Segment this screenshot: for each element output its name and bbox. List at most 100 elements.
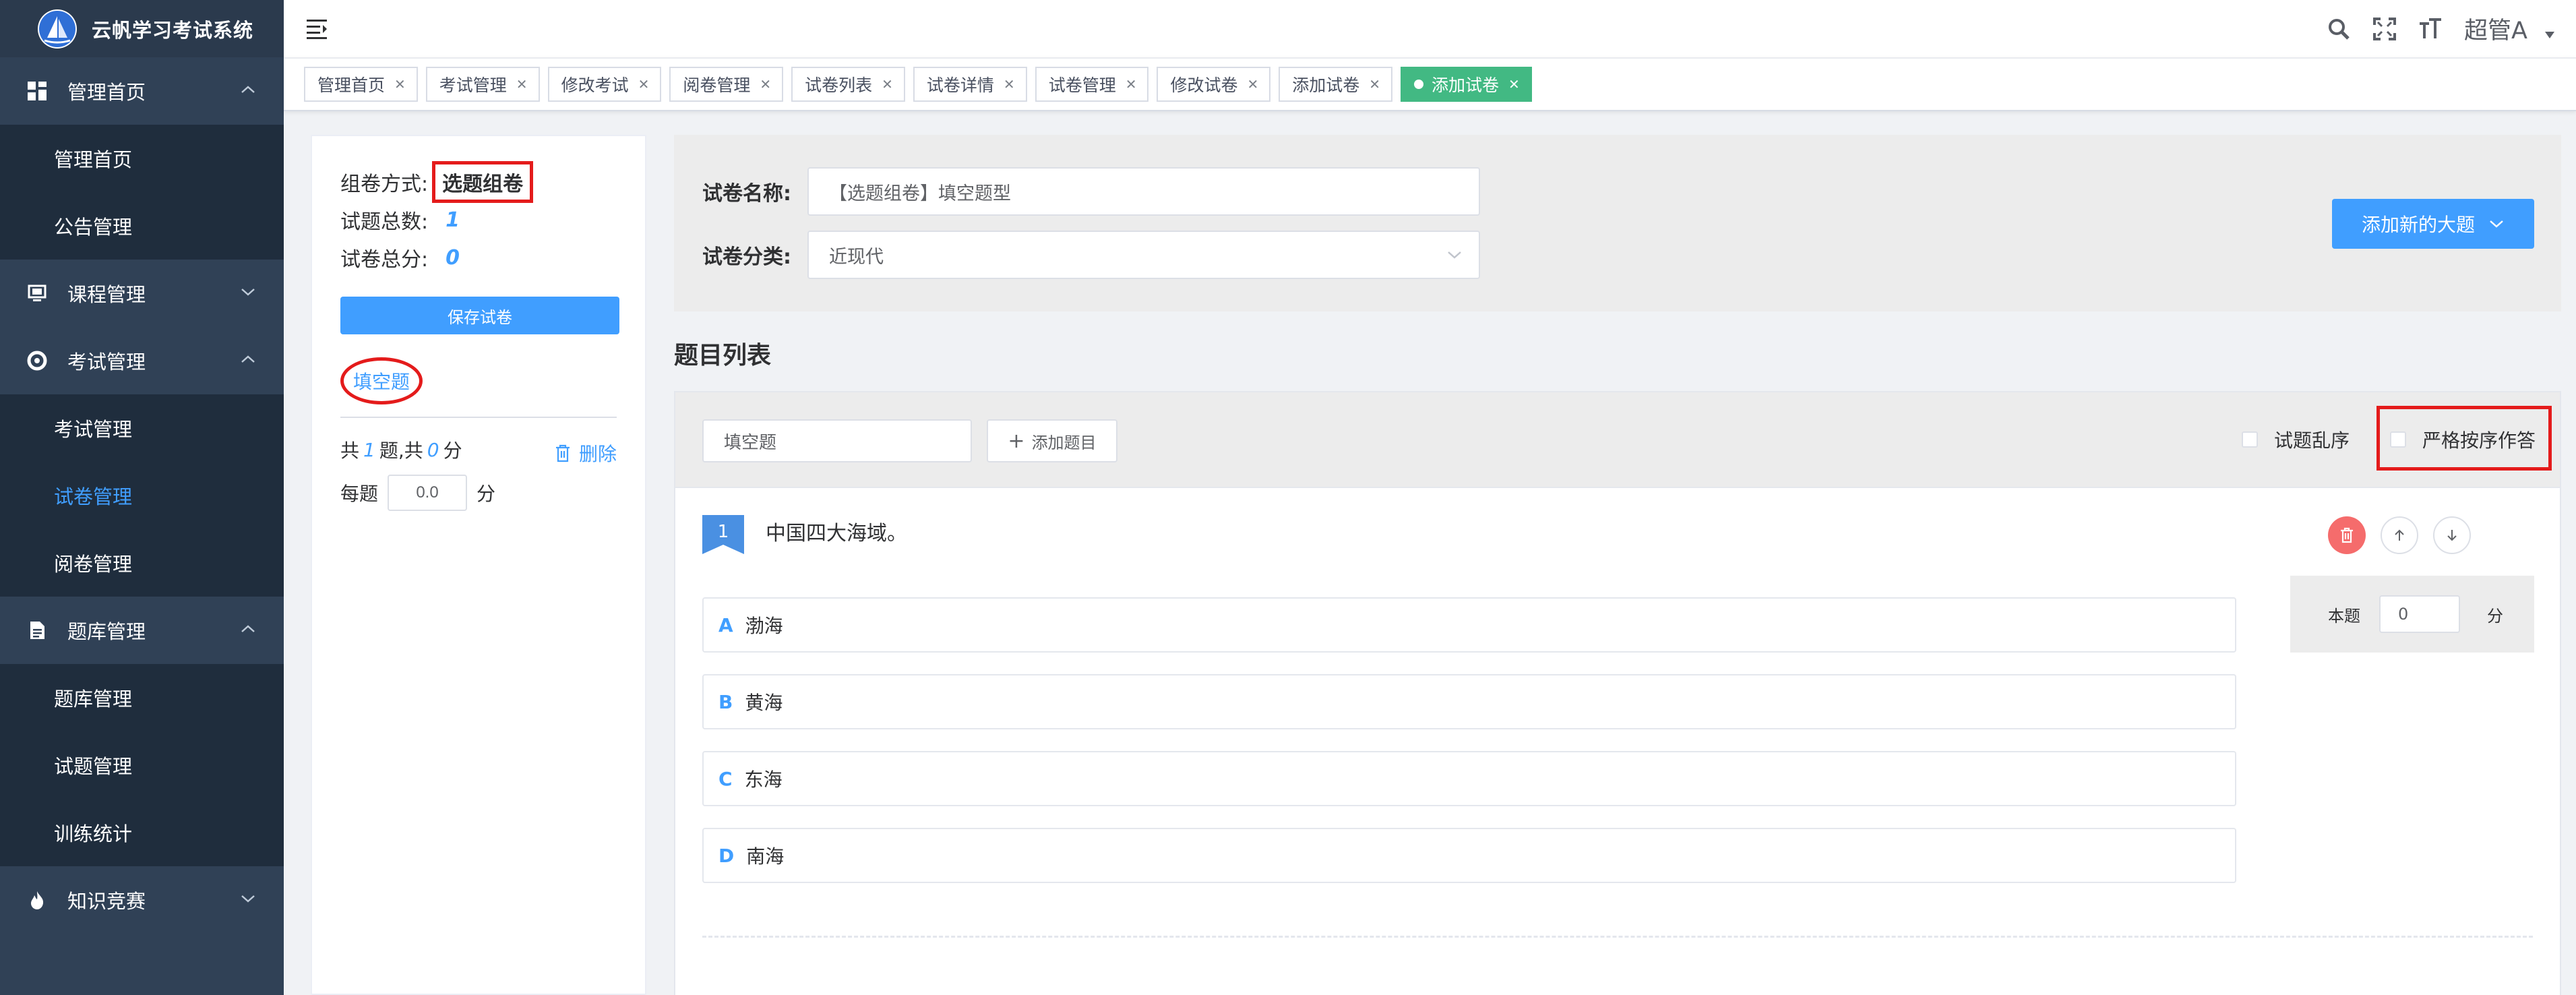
section-title-input[interactable]: 填空题 (702, 419, 972, 462)
question-text: 中国四大海域。 (766, 522, 907, 545)
close-icon[interactable]: ✕ (1508, 76, 1520, 92)
sidebar-item-question-manage[interactable]: 试题管理 (0, 731, 284, 799)
total-row: 试题总数: 1 (340, 201, 617, 239)
question-score-label: 本题 (2328, 606, 2360, 626)
tag-add-paper[interactable]: 添加试卷 ✕ (1279, 67, 1393, 102)
search-icon[interactable] (2325, 16, 2352, 42)
add-section-button[interactable]: 添加新的大题 (2332, 199, 2534, 249)
tag-edit-exam[interactable]: 修改考试 ✕ (547, 67, 662, 102)
sidebar-group-contest[interactable]: 知识竞赛 (0, 866, 284, 934)
sidebar-group-label: 知识竞赛 (67, 890, 146, 913)
close-icon[interactable]: ✕ (882, 76, 893, 92)
count-mid: 题,共 (379, 440, 423, 462)
paper-category-select[interactable]: 近现代 (807, 231, 1480, 279)
plus-icon: + (1008, 429, 1025, 453)
close-icon[interactable]: ✕ (1247, 76, 1258, 92)
delete-question-button[interactable] (2328, 516, 2366, 554)
user-name[interactable]: 超管A (2464, 11, 2527, 46)
close-icon[interactable]: ✕ (1369, 76, 1380, 92)
chevron-up-icon (241, 625, 255, 632)
tag-grading[interactable]: 阅卷管理 ✕ (669, 67, 784, 102)
chevron-down-icon (2490, 220, 2503, 228)
tag-label: 考试管理 (439, 76, 507, 95)
sidebar-group-exam[interactable]: 考试管理 (0, 327, 284, 394)
paper-summary-panel: 组卷方式: 选题组卷 试题总数: 1 试卷总分: 0 保存试卷 填空题 共 1 … (311, 135, 646, 995)
tag-exam-manage[interactable]: 考试管理 ✕ (425, 67, 540, 102)
close-icon[interactable]: ✕ (394, 76, 406, 92)
tag-paper-detail[interactable]: 试卷详情 ✕ (913, 67, 1027, 102)
navbar-right: 超管A (2306, 0, 2576, 57)
sidebar-item-training-stats[interactable]: 训练统计 (0, 799, 284, 866)
option-letter: A (718, 613, 733, 636)
add-section-label: 添加新的大题 (2361, 214, 2475, 236)
arrow-up-icon (2395, 529, 2404, 541)
sidebar-group-qbank[interactable]: 题库管理 (0, 597, 284, 664)
qtype-link[interactable]: 填空题 (353, 371, 410, 393)
delete-qtype-button[interactable]: 删除 (553, 440, 617, 466)
paper-name-row: 试卷名称: 【选题组卷】填空题型 (702, 167, 1480, 216)
trash-icon (2341, 527, 2353, 543)
chevron-up-icon (241, 86, 255, 93)
option-item[interactable]: C 东海 (702, 751, 2236, 806)
tag-label: 试卷管理 (1048, 76, 1116, 95)
per-score-input[interactable] (388, 475, 468, 511)
caret-down-icon[interactable] (2545, 31, 2554, 38)
font-size-icon[interactable] (2417, 16, 2444, 42)
sidebar-item-exam-manage[interactable]: 考试管理 (0, 394, 284, 462)
chevron-down-icon (241, 895, 255, 903)
tags-view: 管理首页 ✕ 考试管理 ✕ 修改考试 ✕ 阅卷管理 ✕ 试卷列表 ✕ 试卷详情 ✕ 试卷管理… (284, 57, 2576, 111)
qtype-highlight: 填空题 (340, 357, 423, 404)
dashed-divider (702, 936, 2533, 938)
option-letter: B (718, 690, 733, 713)
method-value: 选题组卷 (432, 161, 534, 203)
question-section-header: 填空题 + 添加题目 试题乱序 严格按序作答 (674, 391, 2561, 488)
sidebar-item-grading[interactable]: 阅卷管理 (0, 529, 284, 597)
tag-label: 添加试卷 (1432, 76, 1500, 95)
paper-name-input[interactable]: 【选题组卷】填空题型 (807, 167, 1480, 216)
monitor-icon (26, 282, 49, 305)
close-icon[interactable]: ✕ (1126, 76, 1137, 92)
tag-paper-list[interactable]: 试卷列表 ✕ (791, 67, 905, 102)
tag-label: 试卷详情 (926, 76, 994, 95)
score-label: 试卷总分: (340, 248, 429, 272)
sidebar-group-course[interactable]: 课程管理 (0, 260, 284, 327)
option-item[interactable]: A 渤海 (702, 597, 2236, 653)
sidebar-item-notice[interactable]: 公告管理 (0, 192, 284, 260)
add-question-button[interactable]: + 添加题目 (987, 419, 1117, 462)
checkbox-icon (2390, 431, 2406, 448)
sidebar-item-paper-manage[interactable]: 试卷管理 (0, 462, 284, 529)
score-value: 0 (446, 245, 460, 270)
document-icon (26, 619, 49, 642)
sidebar-group-dashboard[interactable]: 管理首页 (0, 57, 284, 125)
sidebar-item-qbank-manage[interactable]: 题库管理 (0, 664, 284, 731)
fullscreen-icon[interactable] (2371, 16, 2398, 42)
sidebar-toggle-icon[interactable] (305, 18, 330, 39)
tag-add-paper-active[interactable]: 添加试卷 ✕ (1401, 67, 1532, 102)
close-icon[interactable]: ✕ (1004, 76, 1015, 92)
option-item[interactable]: B 黄海 (702, 674, 2236, 729)
move-down-button[interactable] (2433, 516, 2471, 554)
question-number: 1 (717, 522, 729, 542)
question-score-input[interactable]: 0 (2379, 595, 2460, 633)
strict-order-checkbox[interactable]: 严格按序作答 (2390, 426, 2536, 453)
close-icon[interactable]: ✕ (638, 76, 650, 92)
paper-name-value: 【选题组卷】填空题型 (829, 183, 1011, 204)
option-item[interactable]: D 南海 (702, 828, 2236, 883)
logo[interactable]: 云帆学习考试系统 (0, 0, 284, 57)
shuffle-checkbox[interactable]: 试题乱序 (2242, 426, 2350, 453)
close-icon[interactable]: ✕ (760, 76, 771, 92)
tag-edit-paper[interactable]: 修改试卷 ✕ (1157, 67, 1271, 102)
save-paper-button[interactable]: 保存试卷 (340, 297, 619, 334)
tag-paper-manage[interactable]: 试卷管理 ✕ (1035, 67, 1149, 102)
move-up-button[interactable] (2381, 516, 2418, 554)
sidebar: 云帆学习考试系统 管理首页 管理首页 公告管理 课程管理 考试管理 考试管理 试… (0, 0, 284, 995)
tag-home[interactable]: 管理首页 ✕ (304, 67, 418, 102)
sidebar-item-home[interactable]: 管理首页 (0, 125, 284, 192)
divider (340, 417, 617, 418)
chevron-up-icon (241, 355, 255, 363)
submenu-qbank: 题库管理 试题管理 训练统计 (0, 664, 284, 866)
delete-label: 删除 (578, 443, 617, 465)
option-text: 渤海 (745, 615, 783, 637)
close-icon[interactable]: ✕ (516, 76, 528, 92)
chevron-down-icon (1448, 251, 1461, 259)
